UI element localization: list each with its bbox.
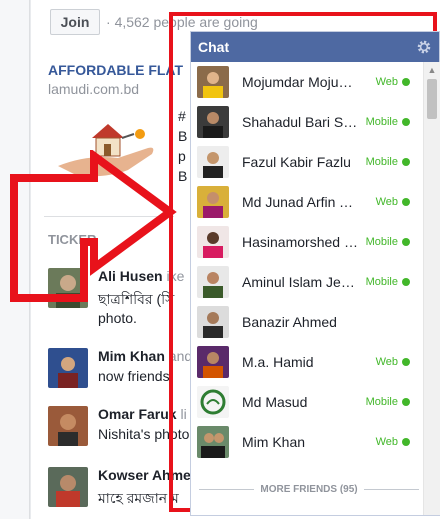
chat-title: Chat (198, 39, 230, 55)
chat-friend-item[interactable]: Aminul Islam Jewel Mobile (191, 262, 426, 302)
more-friends-link[interactable]: MORE FRIENDS (95) (199, 484, 420, 495)
ticker-story[interactable]: Mim Khan and now friends. (48, 348, 192, 388)
friend-status: Mobile (365, 396, 398, 408)
friend-status: Web (375, 356, 398, 368)
friend-name: Fazul Kabir Fazlu (242, 154, 351, 170)
red-arrow-annotation (10, 150, 177, 302)
ad-title[interactable]: AFFORDABLE FLAT (48, 62, 183, 78)
avatar (197, 386, 229, 418)
online-dot-icon (402, 358, 410, 366)
friend-status: Web (375, 196, 398, 208)
chat-friend-item[interactable]: Fazul Kabir Fazlu Mobile (191, 142, 426, 182)
friend-name: M.a. Hamid (242, 354, 314, 370)
online-dot-icon (402, 238, 410, 246)
chat-friend-item[interactable]: Mim Khan Web (191, 422, 426, 462)
ad-domain[interactable]: lamudi.com.bd (48, 81, 139, 97)
friend-status: Mobile (365, 276, 398, 288)
friend-name: Hasinamorshed Hasina (242, 234, 360, 250)
friend-name: Mim Khan (242, 434, 306, 450)
avatar[interactable] (48, 467, 88, 507)
story-text: মাহে রমজান ম (98, 490, 179, 506)
online-dot-icon (402, 158, 410, 166)
friend-status: Mobile (365, 156, 398, 168)
divider (363, 489, 420, 490)
avatar (197, 306, 229, 338)
friend-status: Web (375, 76, 398, 88)
friend-status: Mobile (365, 236, 398, 248)
friend-name: Md Masud (242, 394, 308, 410)
avatar (197, 346, 229, 378)
avatar (197, 226, 229, 258)
join-button[interactable]: Join (50, 9, 100, 35)
online-dot-icon (402, 78, 410, 86)
friend-status: Web (375, 436, 398, 448)
more-friends-label: MORE FRIENDS (95) (260, 484, 358, 495)
chat-friend-item[interactable]: Banazir Ahmed (191, 302, 426, 342)
chat-friend-list: Mojumdar Mojumdar Web Shahadul Bari Shah… (191, 62, 426, 462)
ticker-story[interactable]: Kowser Ahme মাহে রমজান ম (48, 467, 191, 507)
online-dot-icon (402, 398, 410, 406)
scroll-up-icon[interactable]: ▲ (424, 62, 440, 77)
chat-scrollbar[interactable]: ▲ (423, 62, 440, 515)
avatar (197, 106, 229, 138)
friend-name: Shahadul Bari Shahin (242, 114, 360, 130)
chat-friend-item[interactable]: Hasinamorshed Hasina Mobile (191, 222, 426, 262)
chat-sidebar: Chat Mojumdar Mojumdar Web Shahadul Bari… (190, 31, 440, 516)
chat-friend-item[interactable]: Mojumdar Mojumdar Web (191, 62, 426, 102)
online-dot-icon (402, 198, 410, 206)
online-dot-icon (402, 278, 410, 286)
avatar[interactable] (48, 348, 88, 388)
friend-name: Md Junad Arfin Tanvir (242, 194, 360, 210)
friend-name: Banazir Ahmed (242, 314, 337, 330)
avatar (197, 266, 229, 298)
chat-friend-item[interactable]: M.a. Hamid Web (191, 342, 426, 382)
friend-name: Mojumdar Mojumdar (242, 74, 360, 90)
avatar (197, 186, 229, 218)
scrollbar-thumb[interactable] (427, 79, 437, 119)
chat-friend-item[interactable]: Shahadul Bari Shahin Mobile (191, 102, 426, 142)
avatar (197, 66, 229, 98)
avatar (197, 426, 229, 458)
friend-status: Mobile (365, 116, 398, 128)
online-dot-icon (402, 118, 410, 126)
online-dot-icon (402, 438, 410, 446)
chat-friend-item[interactable]: Md Junad Arfin Tanvir Web (191, 182, 426, 222)
divider (199, 489, 255, 490)
ticker-story[interactable]: Omar Faruk li Nishita's photo (48, 406, 189, 446)
chat-friend-item[interactable]: Md Masud Mobile (191, 382, 426, 422)
avatar (197, 146, 229, 178)
story-text: now friends. (98, 368, 174, 384)
friend-name: Aminul Islam Jewel (242, 274, 360, 290)
chat-header[interactable]: Chat (191, 32, 439, 62)
gear-icon[interactable] (416, 39, 432, 55)
story-text-extra: photo. (98, 310, 137, 326)
avatar[interactable] (48, 406, 88, 446)
